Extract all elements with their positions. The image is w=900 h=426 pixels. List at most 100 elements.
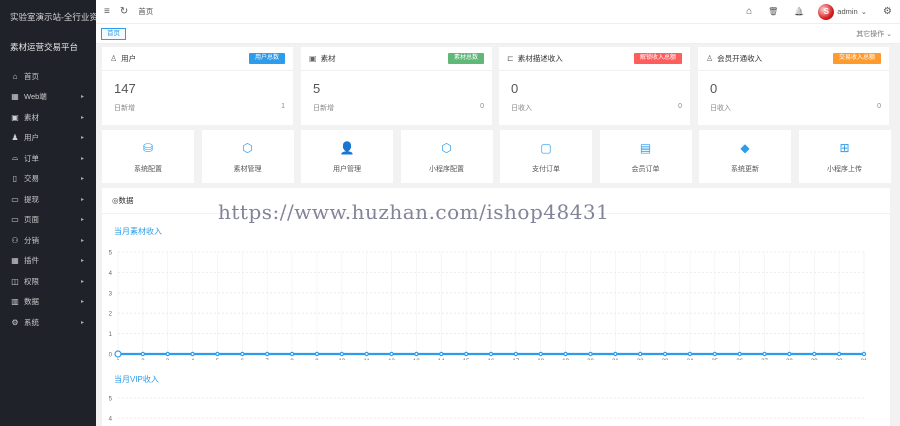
chevron-right-icon: ▸ xyxy=(80,258,84,265)
sidebar-item-2[interactable]: ▣ 素材 ▸ xyxy=(0,107,96,128)
y-tick-label: 3 xyxy=(109,291,113,297)
sidebar-item-label: 数据 xyxy=(24,297,39,307)
data-point xyxy=(364,351,369,357)
x-tick-label: 21 xyxy=(612,359,619,360)
quick-tile-config[interactable]: ⛁ 系统配置 xyxy=(102,130,194,183)
quick-tile-doc[interactable]: ▤ 会员订单 xyxy=(599,130,692,183)
x-tick-label: 31 xyxy=(861,359,868,360)
tile-label: 素材管理 xyxy=(233,166,262,173)
chevron-right-icon: ▸ xyxy=(80,176,84,183)
x-tick-label: 29 xyxy=(811,359,818,360)
data-point xyxy=(588,351,593,357)
stat-badge: 素材总数 xyxy=(447,53,484,64)
settings-icon[interactable]: ⚙ xyxy=(883,6,892,17)
chevron-right-icon: ▸ xyxy=(80,94,84,101)
quick-tile-grid[interactable]: ⊞ 小程序上传 xyxy=(798,130,891,183)
data-point xyxy=(737,351,742,357)
x-tick-label: 14 xyxy=(438,359,445,360)
x-tick-label: 30 xyxy=(836,359,843,360)
quick-tile-box[interactable]: ⬡ 素材管理 xyxy=(201,130,294,183)
chevron-right-icon: ▸ xyxy=(80,278,84,285)
page-icon: ▭ xyxy=(11,215,19,225)
stat-foot-value: 0 xyxy=(678,103,682,110)
sidebar-item-7[interactable]: ▭ 页面 ▸ xyxy=(0,210,96,231)
sidebar-item-5[interactable]: ▯ 交易 ▸ xyxy=(0,169,96,190)
refresh-icon[interactable]: ↻ xyxy=(120,6,128,17)
quick-tile-layers[interactable]: ◆ 系统更新 xyxy=(699,130,791,183)
data-point xyxy=(264,351,270,357)
cube-icon: ⬡ xyxy=(441,141,452,155)
member-icon: ♙ xyxy=(706,54,714,63)
quick-tile-order[interactable]: ▢ 支付订单 xyxy=(500,130,592,183)
image-icon: ▣ xyxy=(11,112,19,122)
tile-label: 系统更新 xyxy=(731,166,759,173)
stat-badge: 用户总数 xyxy=(248,53,285,64)
menu-toggle-icon[interactable]: ≡ xyxy=(104,6,110,17)
data-point xyxy=(538,351,543,357)
home-icon[interactable]: ⌂ xyxy=(746,6,752,17)
top-header: ≡ ↻ 首页 ⌂ 🗑 🔔 S admin ⌄ ⚙ xyxy=(96,0,900,24)
tile-label: 系统配置 xyxy=(134,166,162,173)
username[interactable]: admin xyxy=(837,7,857,16)
other-operations-dropdown[interactable]: 其它操作 ⌄ xyxy=(856,29,892,39)
trash-icon[interactable]: 🗑 xyxy=(768,7,778,16)
tile-label: 小程序配置 xyxy=(429,166,464,173)
sidebar-item-1[interactable]: ▦ Web端 ▸ xyxy=(0,87,96,108)
sidebar-item-9[interactable]: ▦ 插件 ▸ xyxy=(0,251,96,272)
card-icon: ▭ xyxy=(11,194,19,204)
y-tick-label: 5 xyxy=(109,251,113,257)
sidebar-item-label: 系统 xyxy=(24,317,39,327)
x-tick-label: 17 xyxy=(513,359,520,360)
home-icon: ⌂ xyxy=(12,71,18,81)
x-tick-label: 12 xyxy=(388,359,395,360)
stat-title: 用户 xyxy=(121,54,137,63)
sidebar-item-3[interactable]: ♟ 用户 ▸ xyxy=(0,128,96,149)
x-tick-label: 16 xyxy=(488,359,495,360)
stat-foot-value: 0 xyxy=(877,103,881,110)
sidebar-item-11[interactable]: ▥ 数据 ▸ xyxy=(0,292,96,313)
x-tick-label: 11 xyxy=(364,359,371,360)
data-point xyxy=(289,351,295,357)
quick-tile-cube[interactable]: ⬡ 小程序配置 xyxy=(400,130,493,183)
y-tick-label: 0 xyxy=(109,353,113,359)
sidebar-item-label: 页面 xyxy=(24,215,39,225)
x-tick-label: 19 xyxy=(562,359,569,360)
x-tick-label: 1 xyxy=(116,359,120,360)
y-tick-label: 5 xyxy=(109,397,113,403)
data-point xyxy=(762,351,767,357)
grid-icon: ▦ xyxy=(11,92,19,102)
sidebar: 实验室演示站-全行业资源 素材运营交易平台 ⌂首页▦Web端▸▣素材▸♟用户▸⌓… xyxy=(0,0,96,426)
sidebar-item-12[interactable]: ⚙ 系统 ▸ xyxy=(0,312,96,333)
bell-icon[interactable]: 🔔 xyxy=(794,7,804,16)
cart-icon: ⌓ xyxy=(11,153,19,163)
stat-value: 0 xyxy=(511,81,519,96)
stat-card: ♙ 会员开通收入 交易收入总额 0 日收入 0 xyxy=(698,47,889,125)
sidebar-menu: ⌂ 首页 ▦ Web端 ▸ ▣ 素材 ▸ ♟ 用户 ▸ ⌓ 订单 ▸ ▯ 交易 ▸ ▭ 提现 ▸ ▭ 页面 ▸ ⚇ 分销 ▸ ▦ 插件… xyxy=(0,66,96,333)
data-point xyxy=(563,351,568,357)
sidebar-item-6[interactable]: ▭ 提现 ▸ xyxy=(0,189,96,210)
x-tick-label: 13 xyxy=(413,359,420,360)
y-tick-label: 2 xyxy=(109,312,113,318)
sidebar-item-0[interactable]: ⌂ 首页 xyxy=(0,66,96,87)
chevron-right-icon: ▸ xyxy=(80,135,84,142)
data-point xyxy=(439,351,444,357)
stat-foot-label: 日收入 xyxy=(710,105,731,112)
x-tick-label: 15 xyxy=(463,359,470,360)
sidebar-item-4[interactable]: ⌓ 订单 ▸ xyxy=(0,148,96,169)
vip-income-chart: 54 xyxy=(109,397,864,423)
tab-home[interactable]: 首页 xyxy=(101,28,126,40)
data-point xyxy=(662,351,668,357)
sidebar-item-label: 提现 xyxy=(24,194,39,204)
sidebar-item-8[interactable]: ⚇ 分销 ▸ xyxy=(0,230,96,251)
avatar[interactable]: S xyxy=(818,3,835,20)
breadcrumb[interactable]: 首页 xyxy=(138,6,153,17)
user-dropdown-chevron-icon[interactable]: ⌄ xyxy=(861,7,867,16)
x-tick-label: 24 xyxy=(687,359,694,360)
sidebar-item-label: 订单 xyxy=(24,153,39,163)
doc-icon: ▤ xyxy=(639,141,652,155)
sidebar-item-10[interactable]: ◫ 权限 ▸ xyxy=(0,271,96,292)
quick-tile-user[interactable]: 👤 用户管理 xyxy=(301,130,393,183)
data-point xyxy=(339,351,344,357)
x-tick-label: 28 xyxy=(786,359,793,360)
chevron-right-icon: ▸ xyxy=(80,114,84,121)
